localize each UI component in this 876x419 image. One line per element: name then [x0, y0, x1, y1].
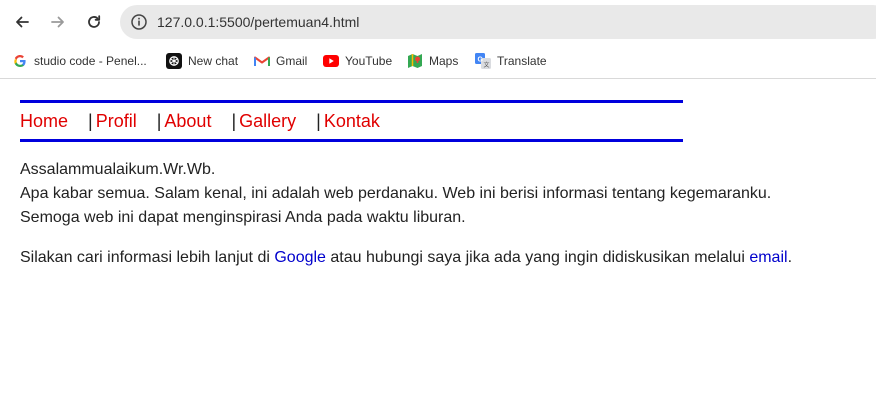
info-middle-text: atau hubungi saya jika ada yang ingin di… [325, 249, 750, 266]
back-button[interactable] [8, 8, 36, 36]
menu-item-gallery[interactable]: Gallery [239, 111, 296, 132]
menu-item-kontak[interactable]: Kontak [324, 111, 380, 132]
bookmark-label: Maps [429, 54, 459, 68]
site-info-icon[interactable] [130, 13, 148, 31]
info-paragraph: Silakan cari informasi lebih lanjut di G… [20, 246, 792, 270]
arrow-right-icon [51, 16, 64, 28]
google-link[interactable]: Google [274, 249, 326, 266]
email-link[interactable]: email [749, 249, 787, 266]
main-menu: Home | Profil | About | Gallery | Kontak [20, 110, 380, 132]
maps-icon [407, 53, 423, 69]
openai-icon [166, 53, 182, 69]
menu-item-profil[interactable]: Profil [96, 111, 137, 132]
bookmark-translate[interactable]: G 文 Translate [475, 51, 547, 71]
bookmark-label: Translate [497, 54, 547, 68]
bookmark-label: studio code - Penel... [34, 54, 147, 68]
svg-text:文: 文 [484, 61, 490, 69]
menu-separator: | [156, 110, 162, 131]
menu-separator: | [88, 110, 93, 131]
browser-toolbar: 127.0.0.1:5500/pertemuan4.html [0, 0, 876, 44]
google-icon [12, 53, 28, 69]
info-prefix-text: Silakan cari informasi lebih lanjut di [20, 249, 275, 266]
bookmark-label: Gmail [276, 54, 308, 68]
bookmark-studio-code[interactable]: studio code - Penel... [12, 51, 147, 71]
reload-button[interactable] [80, 8, 108, 36]
bookmark-maps[interactable]: Maps [407, 51, 458, 71]
top-rule [20, 100, 683, 103]
intro-line-1: Apa kabar semua. Salam kenal, ini adalah… [20, 185, 772, 202]
arrow-left-icon [16, 16, 29, 28]
bottom-rule [20, 139, 683, 142]
menu-item-home[interactable]: Home [20, 111, 68, 132]
intro-line-2: Semoga web ini dapat menginspirasi Anda … [20, 209, 466, 226]
translate-icon: G 文 [475, 53, 491, 69]
web-page: Home | Profil | About | Gallery | Kontak… [0, 80, 876, 419]
url-text[interactable]: 127.0.0.1:5500/pertemuan4.html [157, 14, 359, 30]
gmail-icon [254, 53, 270, 69]
greeting-text: Assalammualaikum.Wr.Wb. [20, 161, 216, 178]
bookmark-label: New chat [188, 54, 239, 68]
bookmark-youtube[interactable]: YouTube [323, 51, 392, 71]
youtube-icon [323, 53, 339, 69]
bookmark-gmail[interactable]: Gmail [254, 51, 307, 71]
bookmark-new-chat[interactable]: New chat [166, 51, 238, 71]
bookmark-label: YouTube [345, 54, 393, 68]
address-bar[interactable]: 127.0.0.1:5500/pertemuan4.html [120, 5, 876, 39]
forward-button[interactable] [44, 8, 72, 36]
menu-separator: | [316, 110, 321, 131]
bookmarks-bar: studio code - Penel... New chat Gmail Yo… [0, 44, 876, 79]
menu-item-about[interactable]: About [164, 111, 211, 132]
intro-paragraph: Assalammualaikum.Wr.Wb. Apa kabar semua.… [20, 158, 771, 230]
reload-icon [88, 15, 101, 28]
menu-separator: | [231, 110, 237, 131]
info-suffix-text: . [787, 249, 793, 266]
